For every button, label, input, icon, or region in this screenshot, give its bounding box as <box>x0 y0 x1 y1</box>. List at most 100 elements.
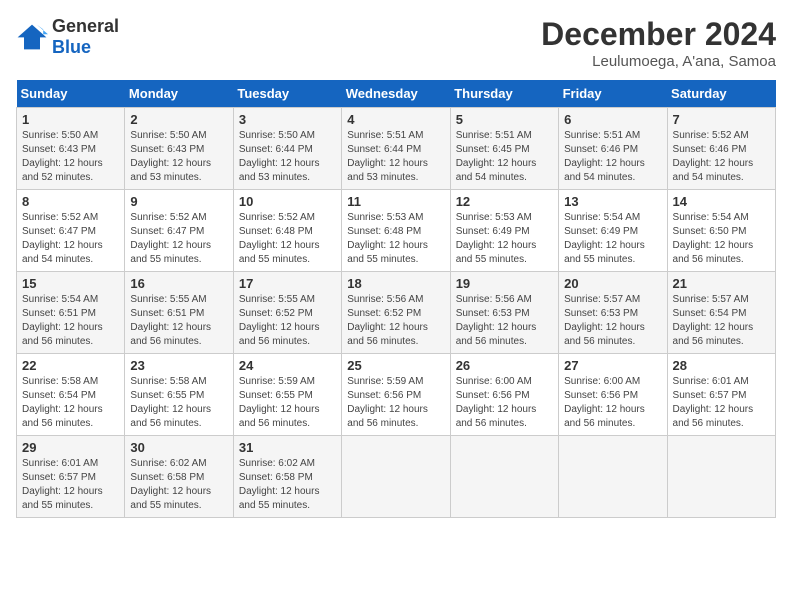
day-detail: Sunrise: 5:53 AMSunset: 6:49 PMDaylight:… <box>456 211 553 267</box>
day-number: 29 <box>22 440 119 455</box>
calendar-week-row: 29 Sunrise: 6:01 AMSunset: 6:57 PMDayligh… <box>17 436 776 518</box>
calendar-cell <box>559 436 667 518</box>
day-detail: Sunrise: 5:52 AMSunset: 6:47 PMDaylight:… <box>22 211 119 267</box>
day-number: 17 <box>239 276 336 291</box>
day-header-saturday: Saturday <box>667 80 775 108</box>
day-header-wednesday: Wednesday <box>342 80 450 108</box>
day-detail: Sunrise: 6:00 AMSunset: 6:56 PMDaylight:… <box>456 375 553 431</box>
day-number: 13 <box>564 194 661 209</box>
day-number: 15 <box>22 276 119 291</box>
logo: General Blue <box>16 16 119 58</box>
calendar-cell: 6Sunrise: 5:51 AMSunset: 6:46 PMDaylight… <box>559 108 667 190</box>
day-number: 27 <box>564 358 661 373</box>
day-detail: Sunrise: 5:52 AMSunset: 6:46 PMDaylight:… <box>673 129 770 185</box>
calendar-cell: 4 Sunrise: 5:51 AMSunset: 6:44 PMDaylight… <box>342 108 450 190</box>
day-number: 25 <box>347 358 444 373</box>
calendar-cell: 9 Sunrise: 5:52 AMSunset: 6:47 PMDaylight… <box>125 190 233 272</box>
day-header-tuesday: Tuesday <box>233 80 341 108</box>
calendar-week-row: 22 Sunrise: 5:58 AMSunset: 6:54 PMDayligh… <box>17 354 776 436</box>
calendar-cell <box>342 436 450 518</box>
calendar-cell: 19Sunrise: 5:56 AMSunset: 6:53 PMDayligh… <box>450 272 558 354</box>
day-detail: Sunrise: 6:01 AMSunset: 6:57 PMDaylight:… <box>22 457 119 513</box>
calendar-cell: 7 Sunrise: 5:52 AMSunset: 6:46 PMDaylight… <box>667 108 775 190</box>
day-header-thursday: Thursday <box>450 80 558 108</box>
day-number: 2 <box>130 112 227 127</box>
day-detail: Sunrise: 5:56 AMSunset: 6:52 PMDaylight:… <box>347 293 444 349</box>
day-number: 23 <box>130 358 227 373</box>
day-detail: Sunrise: 5:52 AMSunset: 6:47 PMDaylight:… <box>130 211 227 267</box>
day-number: 28 <box>673 358 770 373</box>
day-detail: Sunrise: 5:55 AMSunset: 6:51 PMDaylight:… <box>130 293 227 349</box>
logo-blue: Blue <box>52 37 91 57</box>
day-detail: Sunrise: 5:59 AMSunset: 6:56 PMDaylight:… <box>347 375 444 431</box>
calendar-table: SundayMondayTuesdayWednesdayThursdayFrid… <box>16 80 776 518</box>
day-number: 5 <box>456 112 553 127</box>
calendar-cell: 22 Sunrise: 5:58 AMSunset: 6:54 PMDayligh… <box>17 354 125 436</box>
calendar-cell: 8 Sunrise: 5:52 AMSunset: 6:47 PMDaylight… <box>17 190 125 272</box>
calendar-body: 1 Sunrise: 5:50 AMSunset: 6:43 PMDaylight… <box>17 108 776 518</box>
day-number: 4 <box>347 112 444 127</box>
day-number: 11 <box>347 194 444 209</box>
day-detail: Sunrise: 6:01 AMSunset: 6:57 PMDaylight:… <box>673 375 770 431</box>
day-number: 24 <box>239 358 336 373</box>
day-detail: Sunrise: 5:58 AMSunset: 6:54 PMDaylight:… <box>22 375 119 431</box>
day-number: 30 <box>130 440 227 455</box>
calendar-cell: 11 Sunrise: 5:53 AMSunset: 6:48 PMDayligh… <box>342 190 450 272</box>
calendar-cell <box>450 436 558 518</box>
day-number: 21 <box>673 276 770 291</box>
calendar-cell: 26Sunrise: 6:00 AMSunset: 6:56 PMDayligh… <box>450 354 558 436</box>
calendar-cell: 17Sunrise: 5:55 AMSunset: 6:52 PMDayligh… <box>233 272 341 354</box>
calendar-header-row: SundayMondayTuesdayWednesdayThursdayFrid… <box>17 80 776 108</box>
day-detail: Sunrise: 5:54 AMSunset: 6:49 PMDaylight:… <box>564 211 661 267</box>
day-detail: Sunrise: 5:54 AMSunset: 6:51 PMDaylight:… <box>22 293 119 349</box>
calendar-cell: 2 Sunrise: 5:50 AMSunset: 6:43 PMDaylight… <box>125 108 233 190</box>
day-number: 8 <box>22 194 119 209</box>
calendar-cell: 25 Sunrise: 5:59 AMSunset: 6:56 PMDayligh… <box>342 354 450 436</box>
day-header-friday: Friday <box>559 80 667 108</box>
day-header-sunday: Sunday <box>17 80 125 108</box>
calendar-cell: 21 Sunrise: 5:57 AMSunset: 6:54 PMDayligh… <box>667 272 775 354</box>
day-detail: Sunrise: 6:02 AMSunset: 6:58 PMDaylight:… <box>239 457 336 513</box>
day-detail: Sunrise: 5:50 AMSunset: 6:43 PMDaylight:… <box>130 129 227 185</box>
day-detail: Sunrise: 5:50 AMSunset: 6:44 PMDaylight:… <box>239 129 336 185</box>
month-title: December 2024 <box>541 16 776 53</box>
logo-icon <box>16 23 48 51</box>
day-detail: Sunrise: 5:51 AMSunset: 6:46 PMDaylight:… <box>564 129 661 185</box>
calendar-cell: 3 Sunrise: 5:50 AMSunset: 6:44 PMDaylight… <box>233 108 341 190</box>
calendar-cell: 5 Sunrise: 5:51 AMSunset: 6:45 PMDaylight… <box>450 108 558 190</box>
calendar-cell: 18 Sunrise: 5:56 AMSunset: 6:52 PMDayligh… <box>342 272 450 354</box>
day-number: 12 <box>456 194 553 209</box>
day-number: 7 <box>673 112 770 127</box>
calendar-cell: 20Sunrise: 5:57 AMSunset: 6:53 PMDayligh… <box>559 272 667 354</box>
day-detail: Sunrise: 5:57 AMSunset: 6:54 PMDaylight:… <box>673 293 770 349</box>
calendar-cell: 28 Sunrise: 6:01 AMSunset: 6:57 PMDayligh… <box>667 354 775 436</box>
calendar-cell: 23 Sunrise: 5:58 AMSunset: 6:55 PMDayligh… <box>125 354 233 436</box>
calendar-cell: 16Sunrise: 5:55 AMSunset: 6:51 PMDayligh… <box>125 272 233 354</box>
day-detail: Sunrise: 6:02 AMSunset: 6:58 PMDaylight:… <box>130 457 227 513</box>
calendar-cell <box>667 436 775 518</box>
calendar-cell: 12 Sunrise: 5:53 AMSunset: 6:49 PMDayligh… <box>450 190 558 272</box>
calendar-cell: 1 Sunrise: 5:50 AMSunset: 6:43 PMDaylight… <box>17 108 125 190</box>
day-detail: Sunrise: 5:51 AMSunset: 6:44 PMDaylight:… <box>347 129 444 185</box>
day-detail: Sunrise: 5:58 AMSunset: 6:55 PMDaylight:… <box>130 375 227 431</box>
calendar-cell: 24 Sunrise: 5:59 AMSunset: 6:55 PMDayligh… <box>233 354 341 436</box>
day-detail: Sunrise: 5:51 AMSunset: 6:45 PMDaylight:… <box>456 129 553 185</box>
day-number: 22 <box>22 358 119 373</box>
calendar-cell: 14Sunrise: 5:54 AMSunset: 6:50 PMDayligh… <box>667 190 775 272</box>
day-number: 1 <box>22 112 119 127</box>
day-detail: Sunrise: 5:50 AMSunset: 6:43 PMDaylight:… <box>22 129 119 185</box>
header: General Blue December 2024 Leulumoega, A… <box>16 16 776 70</box>
calendar-cell: 15 Sunrise: 5:54 AMSunset: 6:51 PMDayligh… <box>17 272 125 354</box>
day-number: 9 <box>130 194 227 209</box>
day-number: 3 <box>239 112 336 127</box>
calendar-week-row: 8 Sunrise: 5:52 AMSunset: 6:47 PMDaylight… <box>17 190 776 272</box>
calendar-cell: 31 Sunrise: 6:02 AMSunset: 6:58 PMDayligh… <box>233 436 341 518</box>
day-detail: Sunrise: 5:52 AMSunset: 6:48 PMDaylight:… <box>239 211 336 267</box>
day-detail: Sunrise: 5:53 AMSunset: 6:48 PMDaylight:… <box>347 211 444 267</box>
day-number: 31 <box>239 440 336 455</box>
day-header-monday: Monday <box>125 80 233 108</box>
day-detail: Sunrise: 5:59 AMSunset: 6:55 PMDaylight:… <box>239 375 336 431</box>
calendar-week-row: 1 Sunrise: 5:50 AMSunset: 6:43 PMDaylight… <box>17 108 776 190</box>
day-number: 18 <box>347 276 444 291</box>
calendar-cell: 29 Sunrise: 6:01 AMSunset: 6:57 PMDayligh… <box>17 436 125 518</box>
